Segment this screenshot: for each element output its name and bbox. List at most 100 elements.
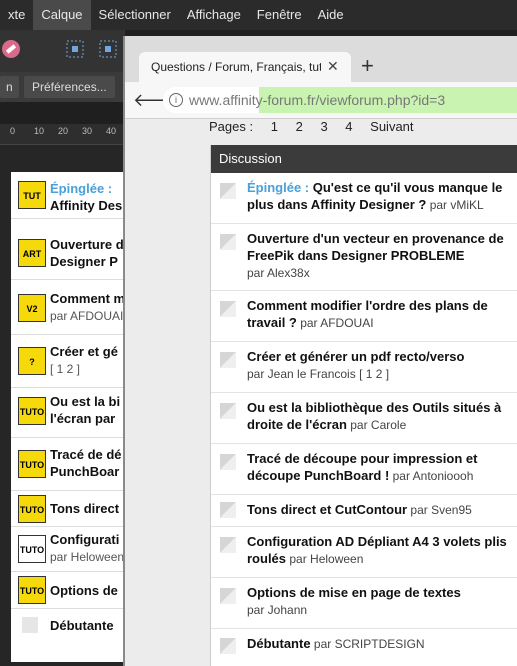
tab-title: Questions / Forum, Français, tuto bbox=[151, 60, 321, 74]
topic-title[interactable]: Ouverture d'un vecteur en provenance de … bbox=[247, 231, 504, 263]
topic-status-icon bbox=[220, 301, 236, 317]
topic-status-icon bbox=[220, 454, 236, 470]
new-tab-icon[interactable]: + bbox=[361, 53, 374, 79]
list-item: ? Créer et gé [ 1 2 ] bbox=[11, 337, 126, 388]
tuto-icon: TUTO bbox=[18, 397, 46, 425]
persona-icon[interactable] bbox=[0, 38, 22, 60]
context-toolbar: n Préférences... bbox=[0, 72, 125, 102]
pages-label: Pages : bbox=[209, 119, 254, 134]
browser-tab[interactable]: Questions / Forum, Français, tuto ✕ bbox=[139, 52, 351, 82]
list-item-title: Débutante bbox=[50, 618, 114, 633]
topic-author: par Sven95 bbox=[407, 503, 472, 517]
topic-author: par Jean le Francois bbox=[247, 367, 356, 381]
list-item-title: Comment m bbox=[50, 291, 126, 306]
topic-status-icon bbox=[220, 588, 236, 604]
list-item-title: Options de bbox=[50, 583, 118, 598]
list-item-line2: Affinity Des bbox=[50, 198, 123, 213]
tuto-icon: TUTO bbox=[18, 495, 46, 523]
section-header: Discussion bbox=[211, 145, 517, 173]
page-content: Pages : 1 2 3 4 Suivant Discussion Éping… bbox=[125, 119, 517, 666]
topic-row[interactable]: Ouverture d'un vecteur en provenance de … bbox=[211, 224, 517, 291]
preferences-button[interactable]: Préférences... bbox=[24, 76, 115, 98]
list-item: TUTO Tracé de dé PunchBoar bbox=[11, 440, 126, 491]
browser-window: Questions / Forum, Français, tuto ✕ + 🡐 … bbox=[123, 36, 517, 666]
ruler-label: 30 bbox=[82, 126, 93, 136]
topic-title[interactable]: Débutante bbox=[247, 636, 311, 651]
v2-icon: V2 bbox=[18, 294, 46, 322]
ruler-label: 20 bbox=[58, 126, 69, 136]
topic-status-icon bbox=[220, 352, 236, 368]
url-input[interactable]: i www.affinity-forum.fr/viewforum.php?id… bbox=[163, 87, 517, 113]
topic-author: par Alex38x bbox=[247, 266, 310, 280]
topic-icon bbox=[22, 617, 38, 633]
ctx-button-n[interactable]: n bbox=[0, 76, 19, 98]
topic-page-list[interactable]: [ 1 2 ] bbox=[356, 367, 389, 381]
app-menubar: xte Calque Sélectionner Affichage Fenêtr… bbox=[0, 0, 517, 30]
list-item: TUTO Configurati par Heloween bbox=[11, 527, 126, 572]
topic-row[interactable]: Créer et générer un pdf recto/verso par J… bbox=[211, 342, 517, 393]
menu-fenetre[interactable]: Fenêtre bbox=[249, 0, 310, 30]
back-arrow-icon[interactable]: 🡐 bbox=[133, 88, 181, 112]
list-item-title: Tons direct bbox=[50, 501, 120, 516]
topic-status-icon bbox=[220, 537, 236, 553]
topic-author: par AFDOUAI bbox=[296, 316, 374, 330]
topic-row[interactable]: Comment modifier l'ordre des plans de tr… bbox=[211, 291, 517, 342]
topic-author: par Heloween bbox=[286, 552, 364, 566]
pagination: Pages : 1 2 3 4 Suivant bbox=[209, 119, 428, 134]
page-link-1[interactable]: 1 bbox=[271, 119, 278, 134]
url-domain: www.affinity-forum.fr bbox=[189, 92, 316, 108]
list-item-line2: [ 1 2 ] bbox=[50, 362, 81, 376]
menu-selectionner[interactable]: Sélectionner bbox=[91, 0, 179, 30]
align-icon[interactable] bbox=[97, 38, 119, 60]
horizontal-ruler: 0 10 20 30 40 bbox=[0, 124, 125, 145]
list-item: V2 Comment m par AFDOUAI bbox=[11, 284, 126, 335]
list-item-title: Créer et gé bbox=[50, 344, 118, 359]
list-item: ART Ouverture d Designer P bbox=[11, 229, 126, 280]
app-toolbar bbox=[0, 30, 125, 72]
pinned-label: Épinglée : bbox=[50, 181, 113, 196]
topic-status-icon bbox=[220, 183, 236, 199]
art-icon: ART bbox=[18, 239, 46, 267]
page-link-4[interactable]: 4 bbox=[345, 119, 352, 134]
topic-row[interactable]: Ou est la bibliothèque des Outils situés… bbox=[211, 393, 517, 444]
topic-row[interactable]: Tracé de découpe pour impression et déco… bbox=[211, 444, 517, 495]
list-item: TUTO Ou est la bi l'écran par bbox=[11, 387, 126, 438]
topic-status-icon bbox=[220, 403, 236, 419]
menu-affichage[interactable]: Affichage bbox=[179, 0, 249, 30]
info-icon[interactable]: i bbox=[169, 93, 183, 107]
topic-row[interactable]: Configuration AD Dépliant A4 3 volets pl… bbox=[211, 527, 517, 578]
list-item-line2: par Heloween bbox=[50, 550, 125, 564]
list-item-title: Configurati bbox=[50, 532, 120, 547]
page-link-2[interactable]: 2 bbox=[296, 119, 303, 134]
topic-author: par Antonioooh bbox=[389, 469, 474, 483]
close-icon[interactable]: ✕ bbox=[327, 58, 339, 75]
list-item-line2: PunchBoar bbox=[50, 464, 120, 479]
menu-texte[interactable]: xte bbox=[0, 0, 33, 30]
tab-strip: Questions / Forum, Français, tuto ✕ + bbox=[125, 36, 517, 82]
ruler-label: 0 bbox=[10, 126, 16, 136]
page-link-3[interactable]: 3 bbox=[320, 119, 327, 134]
pinned-label: Épinglée : bbox=[247, 180, 313, 195]
snap-icon[interactable] bbox=[64, 38, 86, 60]
topic-row[interactable]: Épinglée : Qu'est ce qu'il vous manque l… bbox=[211, 173, 517, 224]
url-path: /viewforum.php?id=3 bbox=[315, 92, 446, 108]
tuto-icon: TUTO bbox=[18, 450, 46, 478]
list-item-line2: par AFDOUAI bbox=[50, 309, 124, 323]
tuto-icon: TUTO bbox=[18, 576, 46, 604]
list-item: TUTO Tons direct bbox=[11, 492, 126, 527]
topic-title[interactable]: Créer et générer un pdf recto/verso bbox=[247, 349, 464, 364]
topic-row[interactable]: Tons direct et CutContour par Sven95 bbox=[211, 495, 517, 527]
topic-title[interactable]: Tons direct et CutContour bbox=[247, 502, 407, 517]
forum-topic-list: Discussion Épinglée : Qu'est ce qu'il vo… bbox=[210, 145, 517, 666]
topic-row[interactable]: Options de mise en page de textes par Joh… bbox=[211, 578, 517, 629]
canvas-screenshot-page: TUT Épinglée : Affinity Des ART Ouvertur… bbox=[11, 172, 126, 662]
topic-author: par SCRIPTDESIGN bbox=[310, 637, 425, 651]
menu-aide[interactable]: Aide bbox=[310, 0, 352, 30]
menu-calque[interactable]: Calque bbox=[33, 0, 91, 30]
list-item-line2: l'écran par bbox=[50, 411, 116, 426]
next-page-link[interactable]: Suivant bbox=[370, 119, 413, 134]
list-item: TUTO Options de bbox=[11, 572, 126, 609]
topic-row[interactable]: Débutante par SCRIPTDESIGN bbox=[211, 629, 517, 663]
list-item: Débutante bbox=[11, 609, 126, 645]
topic-title[interactable]: Options de mise en page de textes bbox=[247, 585, 461, 600]
